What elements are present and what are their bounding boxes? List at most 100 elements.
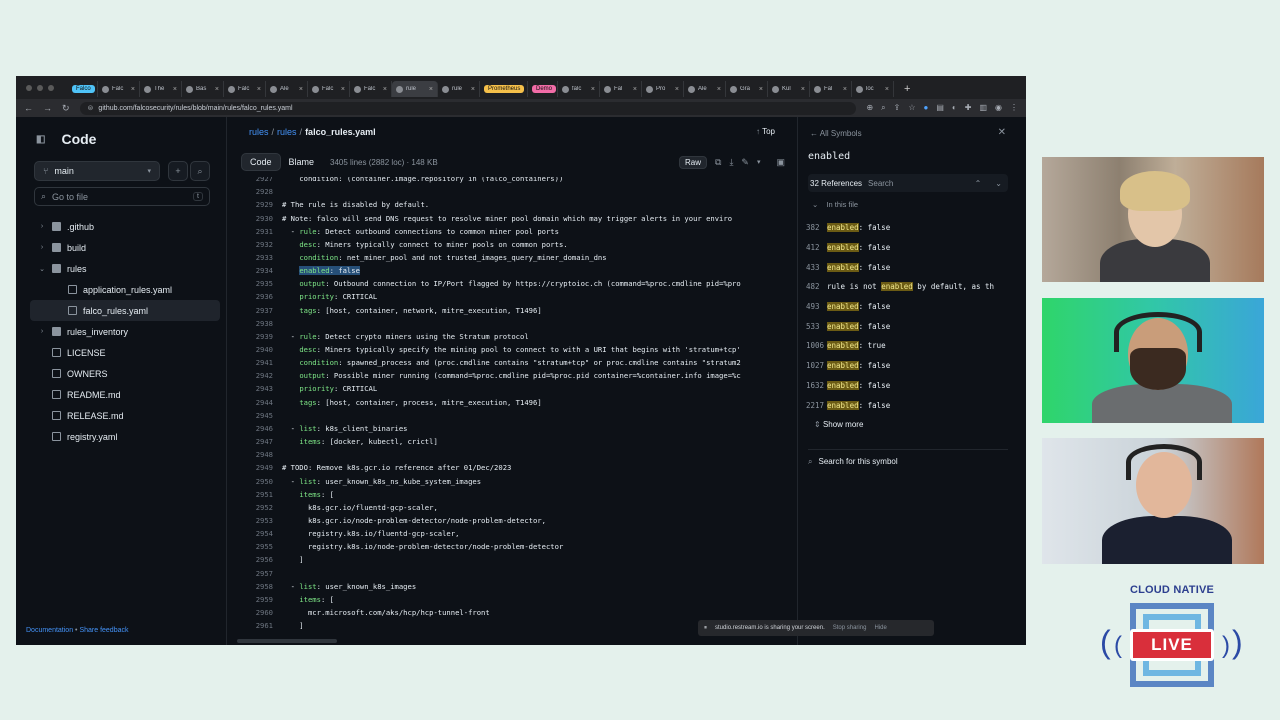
line-number[interactable]: 2959 — [237, 595, 273, 604]
line-number[interactable]: 2942 — [237, 371, 273, 380]
breadcrumb-repo[interactable]: rules — [249, 127, 269, 137]
browser-tab[interactable]: Kul × — [768, 81, 810, 97]
side-panel-icon[interactable]: ▥ — [979, 103, 987, 113]
line-number[interactable]: 2931 — [237, 227, 273, 236]
line-number[interactable]: 2961 — [237, 621, 273, 630]
new-tab-button[interactable]: + — [904, 81, 910, 97]
close-tab-icon[interactable]: × — [717, 86, 721, 93]
close-tab-icon[interactable]: × — [759, 86, 763, 93]
collapse-sidebar-icon[interactable]: ◧ — [36, 134, 45, 145]
close-tab-icon[interactable]: × — [299, 86, 303, 93]
extension-icon-1[interactable]: ● — [924, 103, 929, 113]
browser-tab[interactable]: falc × — [558, 81, 600, 97]
add-file-button[interactable]: + — [168, 161, 188, 181]
tree-item[interactable]: registry.yaml — [30, 426, 220, 447]
tree-item[interactable]: ⌄ rules — [30, 258, 220, 279]
reference-item[interactable]: 412 enabled: false — [806, 238, 1011, 258]
zoom-icon[interactable]: ⌕ — [881, 103, 885, 113]
close-tab-icon[interactable]: × — [633, 86, 637, 93]
line-number[interactable]: 2927 — [237, 177, 273, 183]
browser-tab[interactable]: Bas × — [182, 81, 224, 97]
horizontal-scrollbar[interactable] — [237, 639, 337, 643]
browser-tab[interactable]: Falc × — [98, 81, 140, 97]
share-icon[interactable]: ⇪ — [894, 103, 901, 113]
reference-item[interactable]: 2217 enabled: false — [806, 395, 1011, 415]
close-tab-icon[interactable]: × — [131, 86, 135, 93]
symbols-panel-icon[interactable]: ▣ — [776, 157, 785, 168]
tree-item[interactable]: RELEASE.md — [30, 405, 220, 426]
browser-tab[interactable]: Fal × — [810, 81, 852, 97]
site-info-icon[interactable]: ⊜ — [88, 104, 94, 112]
line-number[interactable]: 2928 — [237, 187, 273, 196]
line-number[interactable]: 2934 — [237, 266, 273, 275]
line-number[interactable]: 2936 — [237, 292, 273, 301]
line-number[interactable]: 2944 — [237, 398, 273, 407]
browser-tab[interactable]: Falco — [68, 81, 98, 97]
line-number[interactable]: 2937 — [237, 306, 273, 315]
all-symbols-link[interactable]: ← All Symbols — [810, 129, 862, 138]
browser-tab[interactable]: Gra × — [726, 81, 768, 97]
forward-arrow-icon[interactable]: → — [43, 103, 52, 113]
extension-icon-3[interactable]: ◐ — [952, 103, 957, 113]
top-button[interactable]: ↑ Top — [756, 127, 775, 136]
tree-item[interactable]: LICENSE — [30, 342, 220, 363]
chevron-down-icon[interactable]: ⌄ — [995, 179, 1002, 188]
line-number[interactable]: 2947 — [237, 437, 273, 446]
install-icon[interactable]: ⊕ — [866, 103, 873, 113]
reload-icon[interactable]: ↻ — [62, 103, 70, 114]
close-tab-icon[interactable]: × — [341, 86, 345, 93]
tree-item[interactable]: › build — [30, 237, 220, 258]
line-number[interactable]: 2948 — [237, 450, 273, 459]
reference-item[interactable]: 1027 enabled: false — [806, 356, 1011, 376]
line-number[interactable]: 2943 — [237, 384, 273, 393]
line-number[interactable]: 2935 — [237, 279, 273, 288]
browser-tab[interactable]: Ale × — [266, 81, 308, 97]
extension-icon-2[interactable]: ▤ — [936, 103, 944, 113]
browser-tab[interactable]: rule × — [438, 81, 480, 97]
line-number[interactable]: 2929 — [237, 200, 273, 209]
tree-item[interactable]: OWNERS — [30, 363, 220, 384]
chevron-up-icon[interactable]: ⌃ — [975, 179, 982, 188]
edit-pencil-icon[interactable]: ✎ — [741, 157, 749, 168]
close-tab-icon[interactable]: × — [173, 86, 177, 93]
browser-tab[interactable]: Falc × — [350, 81, 392, 97]
share-feedback-link[interactable]: Share feedback — [79, 627, 128, 634]
tree-item[interactable]: README.md — [30, 384, 220, 405]
stop-sharing-button[interactable]: Stop sharing — [833, 625, 867, 631]
tab-group-label[interactable]: Falco — [72, 85, 95, 93]
raw-button[interactable]: Raw — [678, 155, 707, 169]
browser-tab[interactable]: Demo — [528, 81, 558, 97]
close-tab-icon[interactable]: × — [215, 86, 219, 93]
documentation-link[interactable]: Documentation — [26, 627, 73, 634]
reference-item[interactable]: 382 enabled: false — [806, 218, 1011, 238]
breadcrumb-dir[interactable]: rules — [277, 127, 297, 137]
line-number[interactable]: 2956 — [237, 555, 273, 564]
close-tab-icon[interactable]: × — [383, 86, 387, 93]
branch-selector[interactable]: ⑂ main ▾ — [34, 161, 160, 181]
code-view[interactable]: 2927 condition: (container.image.reposit… — [237, 177, 785, 637]
line-number[interactable]: 2951 — [237, 490, 273, 499]
line-number[interactable]: 2933 — [237, 253, 273, 262]
reference-item[interactable]: 533 enabled: false — [806, 316, 1011, 336]
tree-item[interactable]: application_rules.yaml — [30, 279, 220, 300]
line-number[interactable]: 2938 — [237, 319, 273, 328]
browser-tab[interactable]: Ale × — [684, 81, 726, 97]
browser-tab[interactable]: Prometheus — [480, 81, 528, 97]
show-more-button[interactable]: ⇕ Show more — [814, 420, 863, 429]
copy-icon[interactable]: ⧉ — [715, 157, 721, 168]
hide-button[interactable]: Hide — [874, 625, 886, 631]
line-number[interactable]: 2952 — [237, 503, 273, 512]
browser-tab[interactable]: Falc × — [224, 81, 266, 97]
search-files-button[interactable]: ⌕ — [190, 161, 210, 181]
go-to-file-input[interactable]: ⌕ Go to file t — [34, 187, 210, 206]
line-number[interactable]: 2960 — [237, 608, 273, 617]
close-tab-icon[interactable]: × — [591, 86, 595, 93]
line-number[interactable]: 2930 — [237, 214, 273, 223]
browser-tab[interactable]: The × — [140, 81, 182, 97]
window-controls[interactable] — [26, 85, 54, 91]
line-number[interactable]: 2958 — [237, 582, 273, 591]
line-number[interactable]: 2945 — [237, 411, 273, 420]
close-tab-icon[interactable]: × — [843, 86, 847, 93]
browser-tab[interactable]: Fal × — [600, 81, 642, 97]
tree-item[interactable]: falco_rules.yaml — [30, 300, 220, 321]
